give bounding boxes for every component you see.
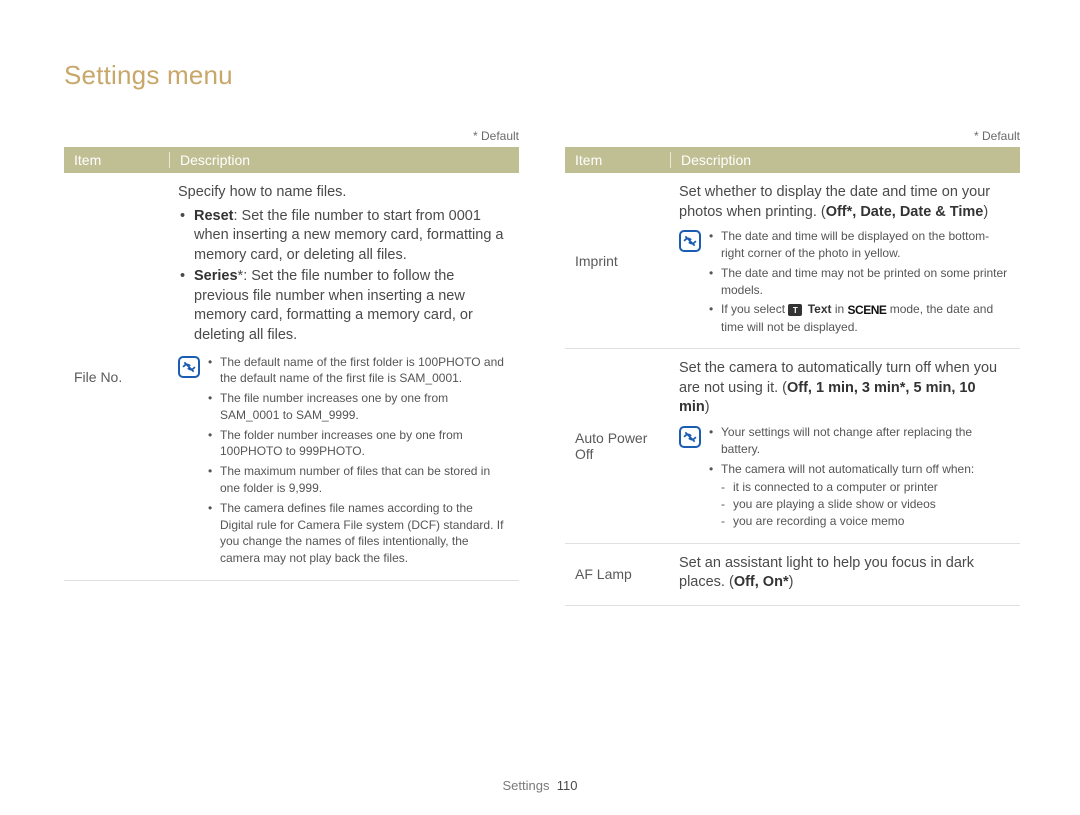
row-item-label: AF Lamp (565, 544, 671, 605)
table-header: Item Description (64, 147, 519, 173)
th-item: Item (565, 152, 671, 168)
table-body-left: File No. Specify how to name files. Rese… (64, 173, 519, 581)
imprint-intro: Set whether to display the date and time… (679, 183, 1010, 222)
row-description: Set whether to display the date and time… (671, 173, 1020, 348)
footer-section: Settings (503, 778, 550, 793)
sub-item: you are playing a slide show or videos (721, 496, 1010, 513)
file-no-options: Reset: Set the file number to start from… (178, 207, 509, 346)
default-note-left: * Default (64, 129, 519, 143)
note-box: Your settings will not change after repl… (679, 424, 1010, 533)
imprint-notes: The date and time will be displayed on t… (709, 228, 1010, 338)
apo-intro: Set the camera to automatically turn off… (679, 359, 1010, 418)
note-icon (679, 426, 701, 448)
page-title: Settings menu (64, 60, 1020, 91)
table-row: Auto Power Off Set the camera to automat… (565, 349, 1020, 543)
note-box: The default name of the first folder is … (178, 354, 509, 571)
row-description: Set an assistant light to help you focus… (671, 544, 1020, 605)
row-description: Set the camera to automatically turn off… (671, 349, 1020, 542)
footer-page-number: 110 (557, 778, 578, 793)
note-item: Your settings will not change after repl… (709, 424, 1010, 458)
sub-item: you are recording a voice memo (721, 513, 1010, 530)
row-description: Specify how to name files. Reset: Set th… (170, 173, 519, 580)
content-columns: * Default Item Description File No. Spec… (64, 129, 1020, 606)
note-item: The date and time will be displayed on t… (709, 228, 1010, 262)
note-icon (679, 230, 701, 252)
right-column: * Default Item Description Imprint Set w… (565, 129, 1020, 606)
table-body-right: Imprint Set whether to display the date … (565, 173, 1020, 606)
table-row: File No. Specify how to name files. Rese… (64, 173, 519, 581)
table-row: AF Lamp Set an assistant light to help y… (565, 544, 1020, 606)
note-item: The camera defines file names according … (208, 500, 509, 567)
row-item-label: Imprint (565, 173, 671, 348)
series-label: Series (194, 268, 238, 284)
note-item: The date and time may not be printed on … (709, 265, 1010, 299)
left-column: * Default Item Description File No. Spec… (64, 129, 519, 606)
text-mode-icon: T (788, 304, 802, 316)
th-description: Description (170, 152, 519, 168)
reset-text: : Set the file number to start from 0001… (194, 208, 503, 263)
th-description: Description (671, 152, 1020, 168)
note-box: The date and time will be displayed on t… (679, 228, 1010, 338)
note-item: The default name of the first folder is … (208, 354, 509, 388)
table-header: Item Description (565, 147, 1020, 173)
note-item: The maximum number of files that can be … (208, 463, 509, 497)
default-note-right: * Default (565, 129, 1020, 143)
note-item: The camera will not automatically turn o… (709, 461, 1010, 530)
table-row: Imprint Set whether to display the date … (565, 173, 1020, 349)
page-footer: Settings 110 (0, 778, 1080, 793)
note-item: The file number increases one by one fro… (208, 390, 509, 424)
row-item-label: Auto Power Off (565, 349, 671, 542)
note-item: The folder number increases one by one f… (208, 427, 509, 461)
reset-label: Reset (194, 208, 234, 224)
file-no-intro: Specify how to name files. (178, 183, 509, 203)
note-item: If you select T Text in SCENE mode, the … (709, 301, 1010, 335)
apo-sublist: it is connected to a computer or printer… (721, 479, 1010, 529)
file-no-series: Series*: Set the file number to follow t… (178, 267, 509, 345)
row-item-label: File No. (64, 173, 170, 580)
file-no-notes: The default name of the first folder is … (208, 354, 509, 571)
aflamp-intro: Set an assistant light to help you focus… (679, 554, 1010, 593)
file-no-reset: Reset: Set the file number to start from… (178, 207, 509, 266)
scene-mode-icon: SCENE (848, 302, 887, 319)
manual-page: Settings menu * Default Item Description… (0, 0, 1080, 815)
apo-notes: Your settings will not change after repl… (709, 424, 1010, 533)
th-item: Item (64, 152, 170, 168)
note-icon (178, 356, 200, 378)
sub-item: it is connected to a computer or printer (721, 479, 1010, 496)
